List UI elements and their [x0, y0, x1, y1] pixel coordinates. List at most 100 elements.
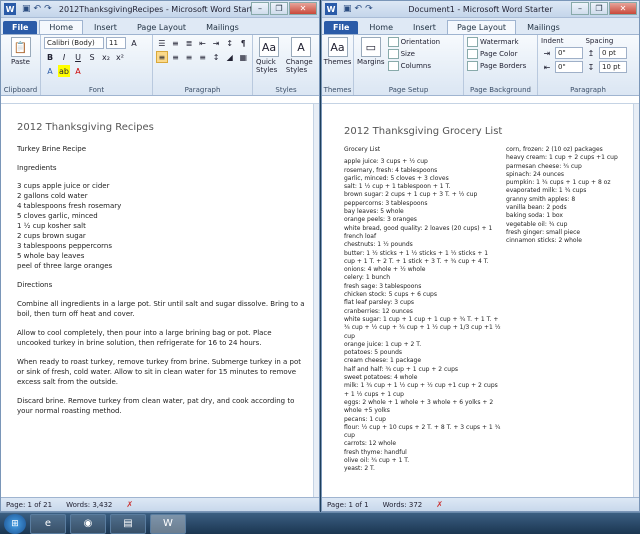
- quick-styles-button[interactable]: Aa Quick Styles: [256, 37, 282, 74]
- word-count[interactable]: Words: 372: [383, 501, 423, 509]
- file-explorer-icon[interactable]: ▤: [110, 513, 146, 534]
- font-name-select[interactable]: Calibri (Body): [44, 37, 104, 49]
- margins-button[interactable]: ▭ Margins: [357, 37, 385, 73]
- paste-button[interactable]: 📋 Paste: [4, 37, 37, 66]
- close-button[interactable]: ✕: [609, 2, 637, 15]
- align-left-icon[interactable]: ≡: [156, 51, 168, 63]
- superscript-icon[interactable]: x²: [114, 51, 126, 63]
- tab-file[interactable]: File: [3, 21, 38, 34]
- restore-button[interactable]: ❐: [270, 2, 288, 15]
- grocery-line: potatoes: 5 pounds: [344, 349, 403, 357]
- grocery-line: milk: 1 ¾ cup + 1 ½ cup + ½ cup +1 cup +…: [344, 382, 498, 390]
- indent-left-field[interactable]: 0": [555, 47, 583, 59]
- highlight-icon[interactable]: ab: [58, 65, 70, 77]
- margins-icon: ▭: [360, 37, 381, 57]
- restore-button[interactable]: ❐: [590, 2, 608, 15]
- redo-icon[interactable]: ↷: [365, 4, 373, 14]
- directions-label: Directions: [17, 281, 53, 289]
- internet-explorer-icon[interactable]: e: [30, 513, 66, 534]
- title-bar[interactable]: W ▣ ↶ ↷ Document1 - Microsoft Word Start…: [322, 1, 639, 18]
- justify-icon[interactable]: ≡: [197, 51, 209, 63]
- proofing-icon[interactable]: ✗: [436, 500, 443, 509]
- sort-icon[interactable]: ↕: [224, 37, 236, 49]
- direction-paragraph: Allow to cool completely, then pour into…: [17, 329, 272, 347]
- watermark-button[interactable]: Watermark: [467, 37, 534, 47]
- change-styles-button[interactable]: A Change Styles: [286, 37, 316, 74]
- save-icon[interactable]: ▣: [22, 4, 31, 14]
- word-app-icon[interactable]: W: [4, 3, 16, 15]
- grocery-line: pecans: 1 cup: [344, 415, 386, 423]
- document-heading: 2012 Thanksgiving Recipes: [17, 122, 154, 133]
- tab-home[interactable]: Home: [39, 20, 83, 34]
- indent-right-field[interactable]: 0": [555, 61, 583, 73]
- quick-styles-icon: Aa: [258, 37, 279, 57]
- line-spacing-icon[interactable]: ↕: [210, 51, 222, 63]
- chrome-icon[interactable]: ◉: [70, 513, 106, 534]
- orientation-button[interactable]: Orientation: [387, 37, 440, 47]
- word-taskbar-icon[interactable]: W: [150, 513, 186, 534]
- vertical-scrollbar[interactable]: [313, 104, 319, 497]
- align-center-icon[interactable]: ≡: [170, 51, 182, 63]
- redo-icon[interactable]: ↷: [44, 4, 52, 14]
- shading-icon[interactable]: ◢: [224, 51, 236, 63]
- font-size-select[interactable]: 11: [106, 37, 126, 49]
- word-count[interactable]: Words: 3,432: [66, 501, 112, 509]
- ingredients-label: Ingredients: [17, 164, 57, 172]
- document-area[interactable]: 2012 Thanksgiving Grocery List Grocery L…: [322, 104, 639, 497]
- size-button[interactable]: Size: [387, 49, 441, 59]
- vertical-scrollbar[interactable]: [633, 104, 639, 497]
- spacing-before-field[interactable]: 0 pt: [599, 47, 627, 59]
- minimize-button[interactable]: –: [571, 2, 589, 15]
- decrease-indent-icon[interactable]: ⇤: [197, 37, 209, 49]
- bold-icon[interactable]: B: [44, 51, 56, 63]
- tab-mailings[interactable]: Mailings: [197, 21, 248, 34]
- close-button[interactable]: ✕: [289, 2, 317, 15]
- document-page[interactable]: 2012 Thanksgiving Grocery List Grocery L…: [326, 104, 633, 497]
- tab-page-layout[interactable]: Page Layout: [128, 21, 195, 34]
- page-count[interactable]: Page: 1 of 1: [327, 501, 369, 509]
- themes-group: Aa Themes Themes: [322, 35, 354, 95]
- multilevel-list-icon[interactable]: ≣: [183, 37, 195, 49]
- align-right-icon[interactable]: ≡: [183, 51, 195, 63]
- spacing-after-field[interactable]: 10 pt: [599, 61, 627, 73]
- show-marks-icon[interactable]: ¶: [237, 37, 249, 49]
- horizontal-ruler: [1, 96, 319, 104]
- document-area[interactable]: 2012 Thanksgiving Recipes Turkey Brine R…: [1, 104, 319, 497]
- minimize-button[interactable]: –: [251, 2, 269, 15]
- proofing-icon[interactable]: ✗: [126, 500, 133, 509]
- spacing-after-icon: ↧: [587, 62, 595, 72]
- borders-icon[interactable]: ▦: [237, 51, 249, 63]
- subscript-icon[interactable]: x₂: [100, 51, 112, 63]
- page-borders-button[interactable]: Page Borders: [467, 61, 534, 71]
- undo-icon[interactable]: ↶: [355, 4, 363, 14]
- start-button[interactable]: ⊞: [4, 513, 26, 534]
- bullets-icon[interactable]: ☰: [156, 37, 168, 49]
- font-color-icon[interactable]: A: [72, 65, 84, 77]
- strikethrough-icon[interactable]: S: [86, 51, 98, 63]
- italic-icon[interactable]: I: [58, 51, 70, 63]
- page-color-button[interactable]: Page Color: [467, 49, 534, 59]
- tab-page-layout[interactable]: Page Layout: [446, 20, 517, 34]
- themes-button[interactable]: Aa Themes: [324, 37, 351, 66]
- grocery-line: cup: [344, 332, 355, 340]
- text-effects-icon[interactable]: A: [44, 65, 56, 77]
- page-count[interactable]: Page: 1 of 21: [6, 501, 52, 509]
- title-bar[interactable]: W ▣ ↶ ↷ 2012ThanksgivingRecipes - Micros…: [1, 1, 319, 18]
- word-app-icon[interactable]: W: [325, 3, 337, 15]
- grocery-line: olive oil: ¾ cup + 1 T.: [344, 456, 410, 464]
- save-icon[interactable]: ▣: [343, 4, 352, 14]
- tab-file[interactable]: File: [324, 21, 359, 34]
- undo-icon[interactable]: ↶: [34, 4, 42, 14]
- tab-insert[interactable]: Insert: [404, 21, 445, 34]
- document-page[interactable]: 2012 Thanksgiving Recipes Turkey Brine R…: [5, 104, 313, 497]
- columns-button[interactable]: Columns: [387, 61, 441, 71]
- grocery-line: fresh ginger: small piece: [506, 228, 581, 236]
- increase-indent-icon[interactable]: ⇥: [210, 37, 222, 49]
- grow-font-icon[interactable]: A: [128, 37, 140, 49]
- tab-insert[interactable]: Insert: [85, 21, 126, 34]
- underline-icon[interactable]: U: [72, 51, 84, 63]
- tab-home[interactable]: Home: [360, 21, 402, 34]
- tab-mailings[interactable]: Mailings: [518, 21, 569, 34]
- numbering-icon[interactable]: ≡: [170, 37, 182, 49]
- ribbon-tabs: File Home Insert Page Layout Mailings: [322, 18, 639, 34]
